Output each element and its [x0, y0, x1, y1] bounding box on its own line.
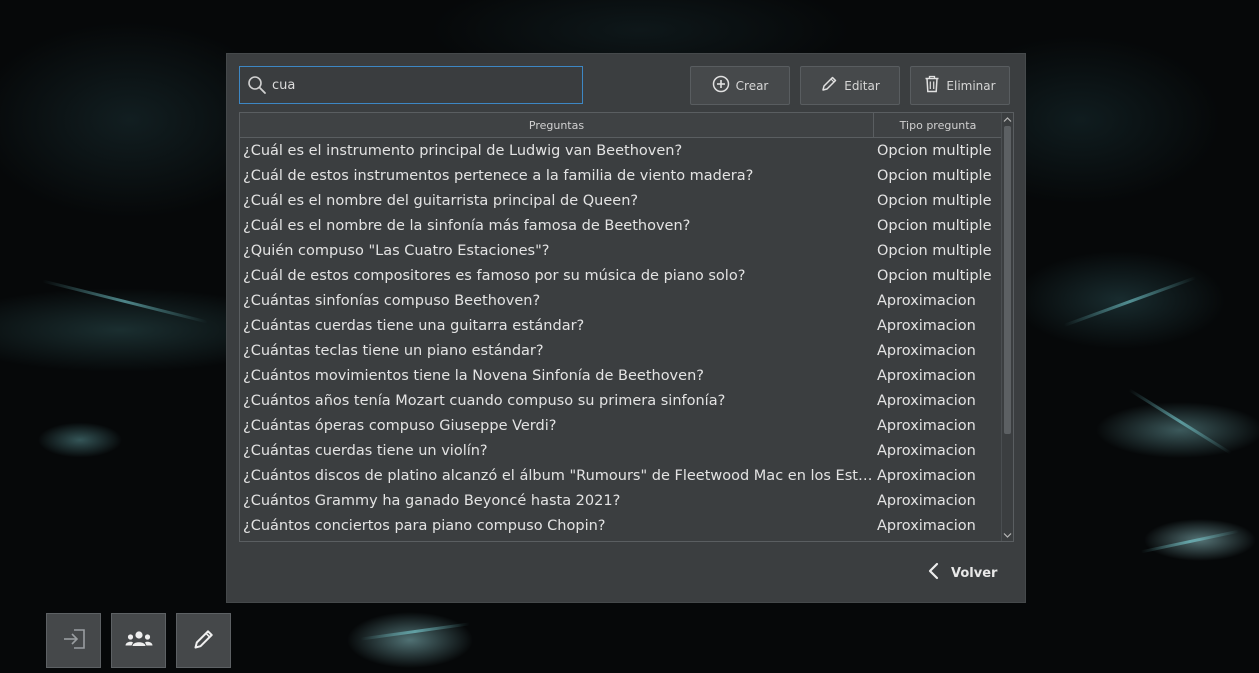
question-type-cell: Aproximacion [877, 517, 976, 534]
trash-icon [924, 75, 940, 96]
users-group-icon [123, 629, 155, 653]
question-type-cell: Aproximacion [877, 367, 976, 384]
question-type-cell: Opcion multiple [877, 167, 992, 184]
question-type-cell: Opcion multiple [877, 142, 992, 159]
question-cell: ¿Cuántos años tenía Mozart cuando compus… [243, 392, 726, 409]
search-input[interactable] [272, 70, 572, 100]
app-window: Crear Editar Eliminar [0, 0, 1259, 673]
question-cell: ¿Cuántas cuerdas tiene una guitarra está… [243, 317, 585, 334]
table-row[interactable]: ¿Cuántas sinfonías compuso Beethoven? Apr… [240, 288, 1002, 313]
question-cell: ¿Cuántos conciertos para piano compuso C… [243, 517, 606, 534]
table-row[interactable]: ¿Cuál es el nombre de la sinfonía más fa… [240, 213, 1002, 238]
questions-panel: Crear Editar Eliminar [226, 53, 1026, 603]
table-row[interactable]: ¿Cuántas cuerdas tiene una guitarra está… [240, 313, 1002, 338]
question-type-cell: Aproximacion [877, 342, 976, 359]
scroll-up-arrow-icon[interactable] [1002, 113, 1013, 125]
question-type-cell: Opcion multiple [877, 217, 992, 234]
back-button-label: Volver [951, 565, 998, 581]
create-button-label: Crear [735, 78, 769, 93]
plus-circle-icon [712, 75, 730, 96]
table-row[interactable]: ¿Cuántos años tenía Mozart cuando compus… [240, 388, 1002, 413]
question-type-cell: Aproximacion [877, 392, 976, 409]
question-type-cell: Aproximacion [877, 292, 976, 309]
question-type-cell: Aproximacion [877, 492, 976, 509]
edit-questions-button[interactable] [176, 613, 231, 668]
chevron-left-icon [927, 562, 941, 584]
table-row[interactable]: ¿Quién compuso "Las Cuatro Estaciones"? O… [240, 238, 1002, 263]
question-cell: ¿Cuántas teclas tiene un piano estándar? [243, 342, 544, 359]
questions-table[interactable]: Preguntas Tipo pregunta ¿Cuál es el inst… [239, 112, 1014, 542]
question-cell: ¿Cuál de estos compositores es famoso po… [243, 267, 746, 284]
column-header-preguntas[interactable]: Preguntas [240, 113, 874, 137]
table-row[interactable]: ¿Cuál de estos instrumentos pertenece a … [240, 163, 1002, 188]
question-cell: ¿Cuál es el instrumento principal de Lud… [243, 142, 683, 159]
question-cell: ¿Cuál de estos instrumentos pertenece a … [243, 167, 754, 184]
table-row[interactable]: ¿Cuántas teclas tiene un piano estándar?… [240, 338, 1002, 363]
question-cell: ¿Cuántas sinfonías compuso Beethoven? [243, 292, 541, 309]
question-cell: ¿Cuántos Grammy ha ganado Beyoncé hasta … [243, 492, 621, 509]
table-row[interactable]: ¿Cuántas cuerdas tiene un violín? Aproxim… [240, 438, 1002, 463]
search-icon [246, 74, 268, 96]
question-type-cell: Aproximacion [877, 467, 976, 484]
question-type-cell: Opcion multiple [877, 192, 992, 209]
question-cell: ¿Quién compuso "Las Cuatro Estaciones"? [243, 242, 550, 259]
question-cell: ¿Cuántos discos de platino alcanzó el ál… [243, 467, 873, 484]
table-row[interactable]: ¿Cuál es el nombre del guitarrista princ… [240, 188, 1002, 213]
users-button[interactable] [111, 613, 166, 668]
question-type-cell: Aproximacion [877, 442, 976, 459]
pencil-icon [192, 627, 216, 655]
question-cell: ¿Cuál es el nombre del guitarrista princ… [243, 192, 639, 209]
table-row[interactable]: ¿Cuántos discos de platino alcanzó el ál… [240, 463, 1002, 488]
table-row[interactable]: ¿Cuál es el instrumento principal de Lud… [240, 138, 1002, 163]
pencil-icon [820, 75, 838, 96]
scrollbar-thumb[interactable] [1004, 126, 1011, 434]
login-button[interactable] [46, 613, 101, 668]
table-row[interactable]: ¿Cuántos movimientos tiene la Novena Sin… [240, 363, 1002, 388]
table-header: Preguntas Tipo pregunta [240, 113, 1002, 138]
column-header-tipo-pregunta[interactable]: Tipo pregunta [874, 113, 1002, 137]
scroll-down-arrow-icon[interactable] [1002, 529, 1013, 541]
table-row[interactable]: ¿Cuántos Grammy ha ganado Beyoncé hasta … [240, 488, 1002, 513]
question-cell: ¿Cuántos movimientos tiene la Novena Sin… [243, 367, 704, 384]
table-body: ¿Cuál es el instrumento principal de Lud… [240, 138, 1002, 538]
delete-button-label: Eliminar [946, 78, 996, 93]
back-button[interactable]: Volver [927, 558, 1012, 588]
login-icon [61, 628, 87, 654]
question-cell: ¿Cuántas óperas compuso Giuseppe Verdi? [243, 417, 557, 434]
question-type-cell: Opcion multiple [877, 242, 992, 259]
edit-button-label: Editar [844, 78, 880, 93]
table-row[interactable]: ¿Cuál de estos compositores es famoso po… [240, 263, 1002, 288]
table-row[interactable]: ¿Cuántos conciertos para piano compuso C… [240, 513, 1002, 538]
table-row[interactable]: ¿Cuántas óperas compuso Giuseppe Verdi? A… [240, 413, 1002, 438]
edit-button[interactable]: Editar [800, 66, 900, 105]
question-type-cell: Aproximacion [877, 417, 976, 434]
delete-button[interactable]: Eliminar [910, 66, 1010, 105]
question-type-cell: Opcion multiple [877, 267, 992, 284]
question-type-cell: Aproximacion [877, 317, 976, 334]
create-button[interactable]: Crear [690, 66, 790, 105]
vertical-scrollbar[interactable] [1001, 113, 1013, 541]
question-cell: ¿Cuántas cuerdas tiene un violín? [243, 442, 488, 459]
question-cell: ¿Cuál es el nombre de la sinfonía más fa… [243, 217, 691, 234]
search-box[interactable] [239, 66, 583, 104]
